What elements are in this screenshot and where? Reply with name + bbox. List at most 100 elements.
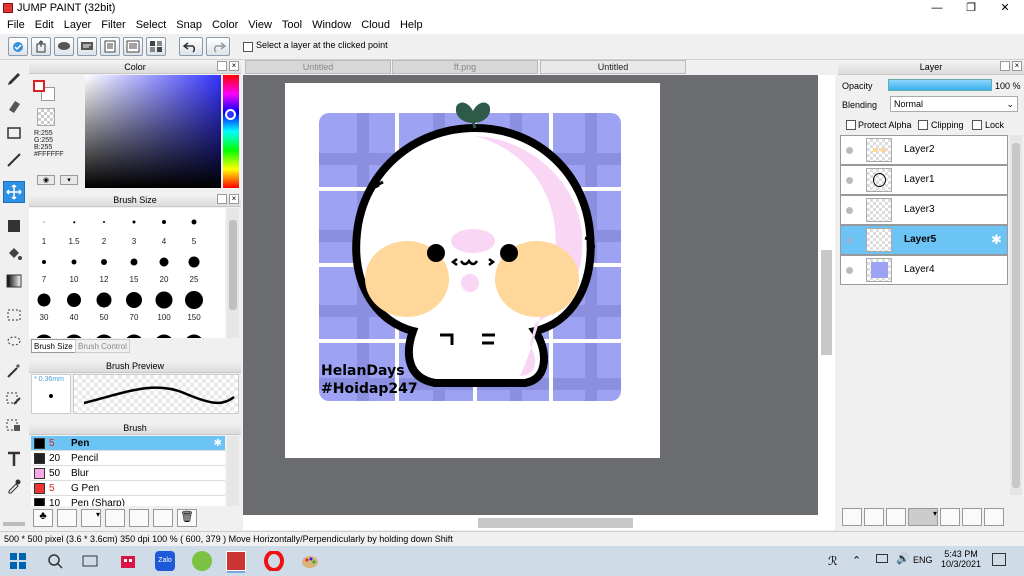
menu-edit[interactable]: Edit: [30, 16, 59, 34]
chevron-up-icon[interactable]: ⌃: [852, 554, 861, 567]
cloud-icon[interactable]: [8, 37, 28, 56]
brush-item-blur[interactable]: 50 Blur: [31, 466, 225, 481]
people-icon[interactable]: ℛ: [828, 554, 838, 568]
layer-row-layer4[interactable]: Layer4: [840, 255, 1008, 285]
menu-snap[interactable]: Snap: [171, 16, 207, 34]
menu-help[interactable]: Help: [395, 16, 428, 34]
grid-settings-icon[interactable]: [146, 37, 166, 56]
new-layer-icon[interactable]: [842, 508, 862, 526]
brush-delete-icon[interactable]: 🗑: [177, 509, 197, 527]
eye-icon[interactable]: [846, 177, 853, 184]
brush-size-cell-more[interactable]: [89, 322, 119, 338]
brush-item-pencil[interactable]: 20 Pencil: [31, 451, 225, 466]
layer-row-layer5[interactable]: Layer5 ✱: [840, 225, 1008, 255]
battery-icon[interactable]: [876, 554, 888, 563]
foreground-color-swatch[interactable]: [33, 80, 45, 92]
menu-cloud[interactable]: Cloud: [356, 16, 395, 34]
hue-slider-handle[interactable]: [225, 109, 236, 120]
brush-size-scrollbar[interactable]: [227, 208, 239, 338]
brush-tool-icon[interactable]: [3, 68, 25, 90]
zalo-app-icon[interactable]: Zalo: [155, 551, 175, 571]
menu-filter[interactable]: Filter: [96, 16, 130, 34]
brush-new-icon[interactable]: [57, 509, 77, 527]
brush-item-pen-sharp[interactable]: 10 Pen (Sharp): [31, 496, 225, 506]
brush-settings-icon[interactable]: ✱: [214, 438, 222, 449]
panel-close-icon[interactable]: ×: [229, 194, 239, 204]
document-icon[interactable]: [100, 37, 120, 56]
tab-brush-control[interactable]: Brush Control: [75, 339, 130, 353]
redo-icon[interactable]: [206, 37, 230, 56]
brush-size-cell[interactable]: 10: [59, 246, 89, 284]
select-eraser-tool-icon[interactable]: [3, 414, 25, 436]
opacity-slider[interactable]: [888, 79, 992, 91]
brush-copy-icon[interactable]: [105, 509, 125, 527]
jump-paint-taskbar-icon[interactable]: [226, 551, 246, 571]
rectangle-tool-icon[interactable]: [3, 122, 25, 144]
layer-row-layer3[interactable]: Layer3: [840, 195, 1008, 225]
brush-size-cell[interactable]: 15: [119, 246, 149, 284]
eye-icon[interactable]: [846, 207, 853, 214]
layer-settings-icon[interactable]: ✱: [991, 232, 1002, 248]
app-green-icon[interactable]: [192, 551, 212, 571]
eye-icon[interactable]: [846, 237, 853, 244]
brush-item-pen[interactable]: 5 Pen ✱: [31, 436, 225, 451]
transparent-color-swatch[interactable]: [37, 108, 55, 126]
text-tool-icon[interactable]: [3, 448, 25, 470]
brush-size-cell[interactable]: 1.5: [59, 208, 89, 246]
hue-slider[interactable]: [223, 75, 239, 188]
tab-untitled-active[interactable]: Untitled: [540, 60, 686, 74]
canvas-area[interactable]: HelanDays #Hoidap247: [243, 75, 835, 530]
brush-size-cell[interactable]: 70: [119, 284, 149, 322]
blending-select[interactable]: Normal ⌄: [890, 96, 1018, 112]
brush-folder-icon[interactable]: [129, 509, 149, 527]
panel-float-icon[interactable]: [217, 61, 227, 71]
layer-row-layer2[interactable]: Layer2: [840, 135, 1008, 165]
panel-float-icon[interactable]: [1000, 61, 1010, 71]
paint-palette-icon[interactable]: [300, 551, 320, 571]
new-layer-text-icon[interactable]: [886, 508, 906, 526]
brush-add-icon[interactable]: ♣: [33, 509, 53, 527]
minimize-button[interactable]: —: [920, 0, 954, 16]
menu-view[interactable]: View: [243, 16, 277, 34]
close-button[interactable]: ✕: [988, 0, 1022, 16]
message-icon[interactable]: [77, 37, 97, 56]
layer-duplicate-icon[interactable]: [962, 508, 982, 526]
brush-duplicate-icon[interactable]: [153, 509, 173, 527]
brush-size-cell[interactable]: 50: [89, 284, 119, 322]
lasso-tool-icon[interactable]: [3, 331, 25, 353]
tab-untitled-1[interactable]: Untitled: [245, 60, 391, 74]
eyedropper-tool-icon[interactable]: [3, 475, 25, 497]
panel-close-icon[interactable]: ×: [1012, 61, 1022, 71]
brush-size-cell[interactable]: 7: [29, 246, 59, 284]
protect-alpha-checkbox[interactable]: [846, 120, 856, 130]
windows-start-icon[interactable]: [8, 551, 28, 571]
tab-ff-png[interactable]: ff.png: [392, 60, 538, 74]
brush-size-cell[interactable]: 3: [119, 208, 149, 246]
opera-icon[interactable]: [264, 550, 284, 572]
layer-row-layer1[interactable]: Layer1: [840, 165, 1008, 195]
store-icon[interactable]: [118, 551, 138, 571]
maximize-button[interactable]: ❐: [954, 0, 988, 16]
brush-list-scrollbar[interactable]: [227, 436, 239, 506]
fill-rect-tool-icon[interactable]: [3, 215, 25, 237]
move-tool-icon[interactable]: [3, 181, 25, 203]
select-pen-tool-icon[interactable]: [3, 387, 25, 409]
layer-folder-icon[interactable]: [940, 508, 960, 526]
brush-menu-icon[interactable]: ▾: [81, 509, 101, 527]
brush-size-cell-more[interactable]: [29, 322, 59, 338]
color-menu-button[interactable]: ▾: [60, 175, 78, 185]
clock[interactable]: 5:43 PM 10/3/2021: [940, 549, 982, 569]
menu-layer[interactable]: Layer: [59, 16, 97, 34]
brush-size-cell[interactable]: 12: [89, 246, 119, 284]
menu-window[interactable]: Window: [307, 16, 356, 34]
brush-size-cell-more[interactable]: [119, 322, 149, 338]
brush-size-cell[interactable]: 5: [179, 208, 209, 246]
tool-strip-resize-handle[interactable]: [3, 522, 25, 526]
menu-file[interactable]: File: [2, 16, 30, 34]
select-rect-tool-icon[interactable]: [3, 304, 25, 326]
menu-select[interactable]: Select: [131, 16, 172, 34]
layer-list-scrollbar[interactable]: [1010, 135, 1022, 495]
brush-size-cell[interactable]: 2: [89, 208, 119, 246]
menu-tool[interactable]: Tool: [277, 16, 307, 34]
color-mode-button[interactable]: ◉: [37, 175, 55, 185]
